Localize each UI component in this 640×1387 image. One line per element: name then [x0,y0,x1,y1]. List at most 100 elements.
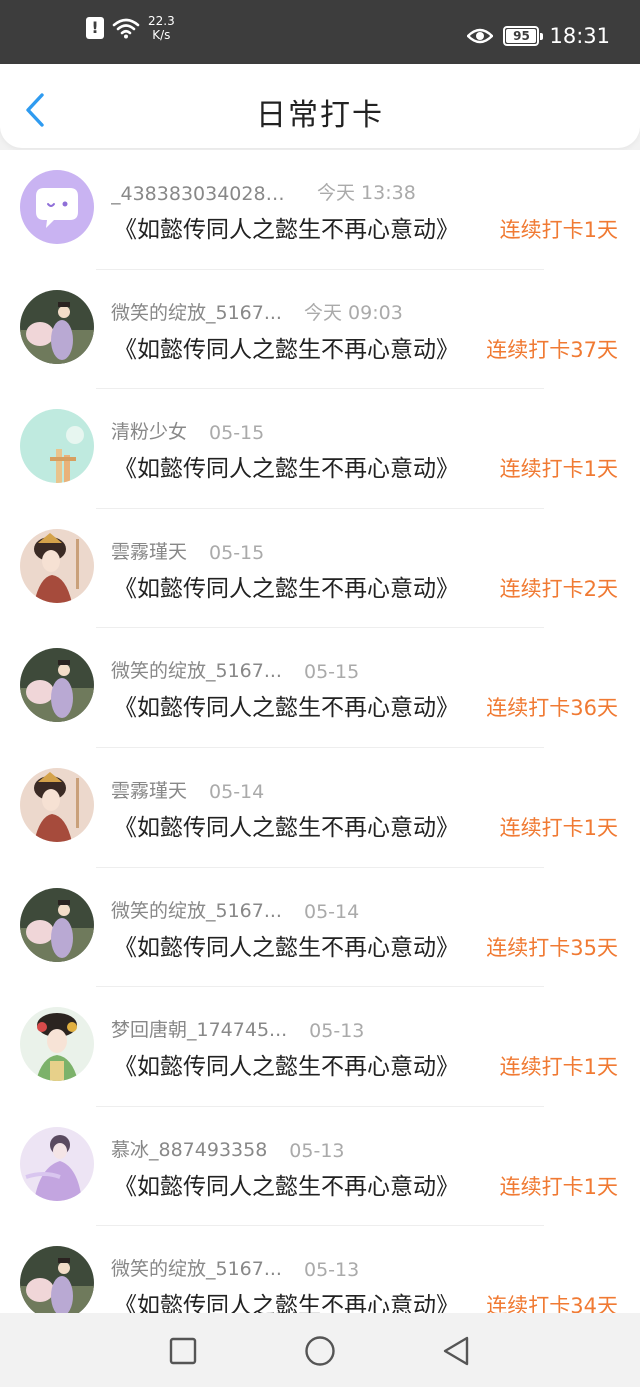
figure-avatar-icon [20,409,94,484]
list-item[interactable]: 微笑的绽放_5167... 今天 09:03 《如懿传同人之懿生不再心意动》 连续… [0,270,640,390]
square-icon [169,1337,197,1365]
header: 日常打卡 [0,64,640,148]
checkin-time: 05-14 [303,900,360,923]
avatar[interactable] [20,648,94,723]
list-item[interactable]: 梦回唐朝_174745... 05-13 《如懿传同人之懿生不再心意动》 连续打卡… [0,987,640,1107]
checkin-time: 今天 13:38 [317,182,416,204]
list-item[interactable]: 微笑的绽放_5167... 05-13 《如懿传同人之懿生不再心意动》 连续打卡3… [0,1226,640,1313]
avatar[interactable] [20,289,94,364]
book-title[interactable]: 《如懿传同人之懿生不再心意动》 [114,449,459,483]
book-title[interactable]: 《如懿传同人之懿生不再心意动》 [114,210,459,244]
figure-avatar-icon [20,648,94,723]
system-nav-bar [0,1313,640,1387]
back-nav-button[interactable] [438,1333,474,1369]
network-speed-value: 22.3 [148,14,175,28]
item-meta: 清粉少女 05-15 [111,417,264,444]
page-title: 日常打卡 [256,98,384,133]
streak-label: 连续打卡37天 [486,337,618,362]
streak-label: 连续打卡2天 [499,576,618,601]
figure-avatar-icon [20,1126,94,1201]
username[interactable]: 微笑的绽放_5167... [111,298,282,325]
item-meta: _4383830340289... 今天 13:38 [111,178,416,205]
figure-avatar-icon [20,528,94,603]
streak-label: 连续打卡1天 [499,1174,618,1199]
streak-label: 连续打卡1天 [499,218,618,242]
triangle-back-icon [443,1336,469,1366]
avatar[interactable] [20,1246,94,1313]
status-right: 95 18:31 [467,24,610,48]
figure-avatar-icon [20,289,94,364]
list-item[interactable]: 慕冰_887493358 05-13 《如懿传同人之懿生不再心意动》 连续打卡1天 [0,1107,640,1227]
battery-level: 95 [513,29,530,43]
book-title[interactable]: 《如懿传同人之懿生不再心意动》 [114,1047,459,1081]
username[interactable]: 梦回唐朝_174745... [111,1015,287,1042]
username[interactable]: 雲霧瑾天 [111,537,187,564]
username[interactable]: 雲霧瑾天 [111,776,187,803]
item-meta: 微笑的绽放_5167... 05-14 [111,896,359,923]
checkin-time: 05-13 [289,1139,345,1162]
circle-icon [305,1336,335,1366]
streak-label: 连续打卡35天 [486,935,618,960]
item-meta: 慕冰_887493358 05-13 [111,1135,345,1162]
username[interactable]: 慕冰_887493358 [111,1135,267,1162]
streak-label: 连续打卡1天 [499,457,618,482]
streak-label: 连续打卡1天 [499,1055,618,1080]
book-title[interactable]: 《如懿传同人之懿生不再心意动》 [114,808,459,842]
checkin-time: 05-15 [209,422,265,445]
home-button[interactable] [302,1333,338,1369]
item-meta: 雲霧瑾天 05-14 [111,776,264,803]
clock: 18:31 [549,24,610,48]
eye-icon [467,28,494,44]
avatar[interactable] [20,767,94,842]
list-item[interactable]: 雲霧瑾天 05-14 《如懿传同人之懿生不再心意动》 连续打卡1天 [0,748,640,868]
battery-icon: 95 [503,26,544,46]
username[interactable]: 清粉少女 [111,417,187,444]
figure-avatar-icon [20,767,94,842]
chat-bubble-avatar-icon [20,170,94,244]
list-item[interactable]: 雲霧瑾天 05-15 《如懿传同人之懿生不再心意动》 连续打卡2天 [0,509,640,629]
username[interactable]: _4383830340289... [111,183,295,205]
avatar[interactable] [20,887,94,962]
figure-avatar-icon [20,1007,94,1082]
list-item[interactable]: 微笑的绽放_5167... 05-14 《如懿传同人之懿生不再心意动》 连续打卡3… [0,868,640,988]
username[interactable]: 微笑的绽放_5167... [111,896,282,923]
avatar[interactable] [20,409,94,484]
list-item[interactable]: 微笑的绽放_5167... 05-15 《如懿传同人之懿生不再心意动》 连续打卡3… [0,628,640,748]
item-meta: 微笑的绽放_5167... 今天 09:03 [111,298,403,325]
list-item[interactable]: _4383830340289... 今天 13:38 《如懿传同人之懿生不再心意动… [0,150,640,270]
checkin-time: 05-13 [309,1020,365,1043]
streak-label: 连续打卡1天 [499,815,618,840]
avatar[interactable] [20,528,94,603]
username[interactable]: 微笑的绽放_5167... [111,1254,282,1281]
network-speed: 22.3 K/s [148,14,175,42]
avatar[interactable] [20,170,94,244]
streak-label: 连续打卡36天 [486,696,618,721]
checkin-list: _4383830340289... 今天 13:38 《如懿传同人之懿生不再心意动… [0,150,640,1313]
book-title[interactable]: 《如懿传同人之懿生不再心意动》 [114,330,459,364]
item-meta: 梦回唐朝_174745... 05-13 [111,1015,364,1042]
checkin-time: 05-15 [303,661,360,684]
list-item[interactable]: 清粉少女 05-15 《如懿传同人之懿生不再心意动》 连续打卡1天 [0,389,640,509]
figure-avatar-icon [20,887,94,962]
book-title[interactable]: 《如懿传同人之懿生不再心意动》 [114,1286,459,1313]
status-left: ! 22.3 K/s [86,14,175,42]
username[interactable]: 微笑的绽放_5167... [111,656,282,683]
item-meta: 微笑的绽放_5167... 05-13 [111,1254,359,1281]
status-bar: ! 22.3 K/s 95 18:31 [0,0,640,64]
book-title[interactable]: 《如懿传同人之懿生不再心意动》 [114,688,459,722]
avatar[interactable] [20,1126,94,1201]
item-meta: 微笑的绽放_5167... 05-15 [111,656,359,683]
wifi-icon [112,18,140,39]
book-title[interactable]: 《如懿传同人之懿生不再心意动》 [114,1167,459,1201]
streak-label: 连续打卡34天 [486,1294,618,1313]
checkin-time: 05-15 [209,541,265,564]
avatar[interactable] [20,1007,94,1082]
checkin-time: 今天 09:03 [303,301,403,324]
book-title[interactable]: 《如懿传同人之懿生不再心意动》 [114,928,459,962]
checkin-time: 05-13 [303,1259,360,1282]
book-title[interactable]: 《如懿传同人之懿生不再心意动》 [114,569,459,603]
network-speed-unit: K/s [152,28,171,42]
figure-avatar-icon [20,1246,94,1313]
recents-button[interactable] [165,1333,201,1369]
item-meta: 雲霧瑾天 05-15 [111,537,264,564]
